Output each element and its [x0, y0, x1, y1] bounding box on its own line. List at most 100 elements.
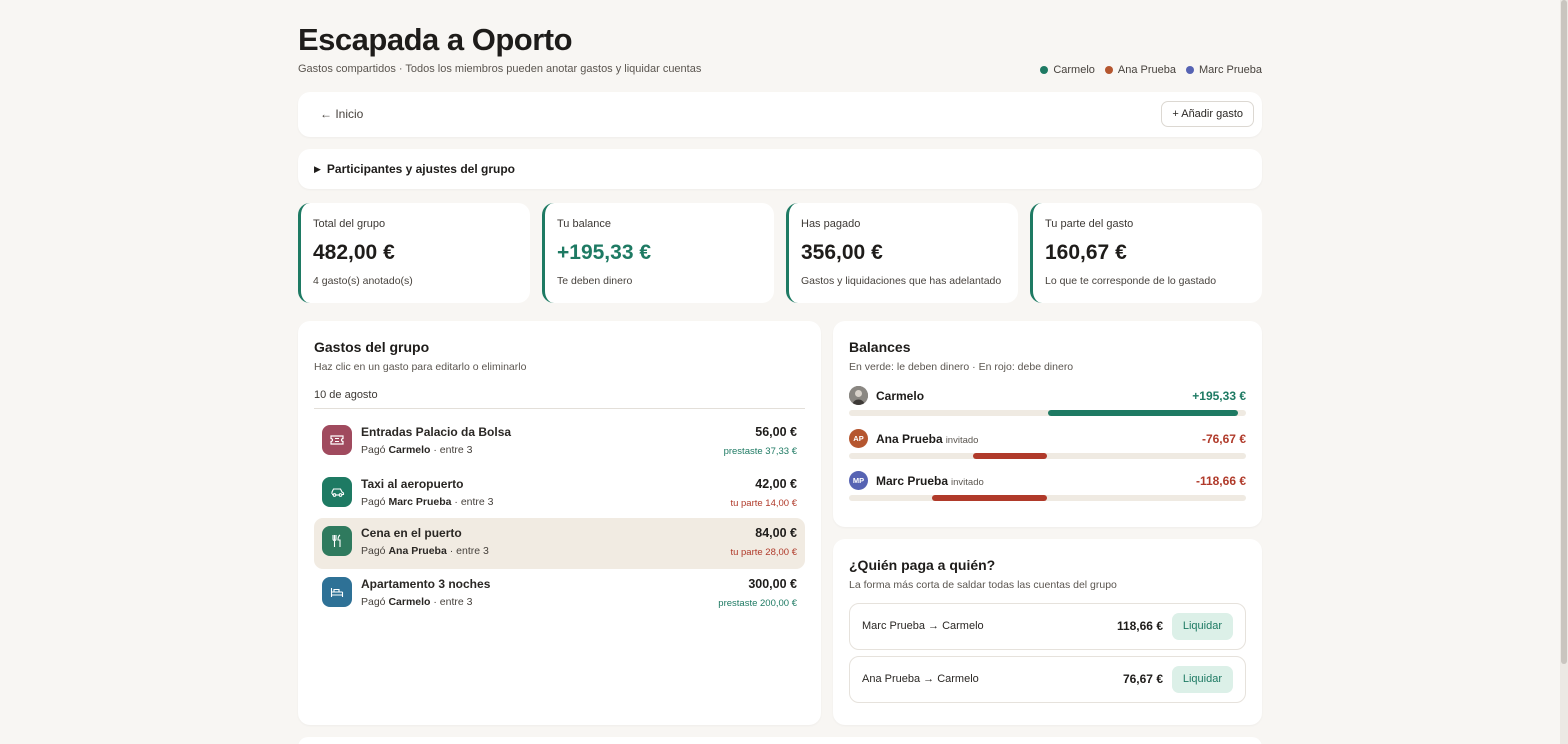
balance-bar [1047, 410, 1238, 416]
ticket-icon [322, 425, 352, 455]
balance-bar [972, 453, 1048, 459]
stat-value: +195,33 € [557, 241, 652, 264]
stat-value: 160,67 € [1045, 241, 1127, 264]
stat-note: Te deben dinero [557, 275, 633, 287]
expense-payer: Marc Prueba [388, 496, 452, 508]
expense-amount: 84,00 € [755, 526, 797, 540]
settlement-amount: 76,67 € [1122, 672, 1163, 686]
expense-name: Cena en el puerto [361, 526, 462, 540]
expense-amount: 42,00 € [755, 477, 797, 491]
stat-value: 356,00 € [801, 241, 883, 264]
page-container: Escapada a Oporto Gastos compartidos · T… [298, 0, 1262, 744]
expense-name: Taxi al aeropuerto [361, 477, 464, 491]
legend-item-marc: Marc Prueba [1186, 64, 1262, 76]
utensils-icon [322, 526, 352, 556]
expense-row[interactable]: Cena en el puerto Pagó Ana Prueba · entr… [314, 518, 805, 569]
member-legend: Carmelo Ana Prueba Marc Prueba [1040, 64, 1262, 76]
balance-bar [931, 495, 1048, 501]
legend-label: Ana Prueba [1117, 64, 1177, 76]
stats-row: Total del grupo 482,00 € 4 gasto(s) anot… [298, 203, 1262, 303]
balance-name: Marc Prueba invitado [876, 474, 984, 488]
stat-card-share: Tu parte del gasto 160,67 € Lo que te co… [1030, 203, 1262, 303]
stat-note: Gastos y liquidaciones que has adelantad… [801, 275, 1002, 287]
expense-date-heading: 10 de agosto [314, 389, 378, 401]
expense-payer: Carmelo [388, 596, 431, 608]
expenses-panel: Gastos del grupo Haz clic en un gasto pa… [298, 321, 821, 725]
stat-label: Total del grupo [313, 218, 386, 230]
bed-icon [322, 577, 352, 607]
balance-name: Carmelo [876, 389, 925, 403]
balance-bar-track [849, 495, 1246, 501]
expense-share: tu parte 28,00 € [730, 547, 797, 558]
stat-note: 4 gasto(s) anotado(s) [313, 275, 413, 287]
balance-amount: -76,67 € [1201, 432, 1246, 446]
back-home-link[interactable]: ← Inicio [320, 107, 363, 121]
stat-label: Has pagado [801, 218, 861, 230]
expenses-subtitle: Haz clic en un gasto para editarlo o eli… [314, 361, 527, 373]
page-subtitle: Gastos compartidos · Todos los miembros … [298, 63, 702, 75]
settle-title: ¿Quién paga a quién? [849, 557, 996, 573]
balance-row-carmelo: Carmelo +195,33 € [849, 386, 1246, 424]
expense-payer: Carmelo [388, 444, 431, 456]
next-section-card [298, 737, 1262, 744]
settle-up-panel: ¿Quién paga a quién? La forma más corta … [833, 539, 1262, 725]
balance-row-ana: AP Ana Prueba invitado -76,67 € [849, 429, 1246, 467]
expense-meta: Pagó Carmelo · entre 3 [361, 596, 473, 608]
stat-card-paid: Has pagado 356,00 € Gastos y liquidacion… [786, 203, 1018, 303]
expenses-title: Gastos del grupo [314, 339, 430, 355]
member-color-dot [1186, 66, 1195, 74]
expense-name: Apartamento 3 noches [361, 577, 491, 591]
member-color-dot [1104, 66, 1113, 74]
group-settings-toggle[interactable]: ▶ Participantes y ajustes del grupo [314, 162, 515, 176]
balance-amount: +195,33 € [1192, 389, 1246, 403]
stat-card-total: Total del grupo 482,00 € 4 gasto(s) anot… [298, 203, 530, 303]
group-settings-label: Participantes y ajustes del grupo [326, 162, 515, 176]
stat-label: Tu balance [557, 218, 612, 230]
expense-row[interactable]: Entradas Palacio da Bolsa Pagó Carmelo ·… [314, 417, 805, 468]
balance-name: Ana Prueba invitado [876, 432, 979, 446]
balances-title: Balances [849, 339, 911, 355]
expense-row[interactable]: Taxi al aeropuerto Pagó Marc Prueba · en… [314, 469, 805, 520]
toolbar: ← Inicio + Añadir gasto [298, 92, 1262, 137]
balance-row-marc: MP Marc Prueba invitado -118,66 € [849, 471, 1246, 509]
balances-panel: Balances En verde: le deben dinero · En … [833, 321, 1262, 527]
balances-subtitle: En verde: le deben dinero · En rojo: deb… [849, 361, 1074, 373]
avatar: MP [849, 471, 868, 490]
car-icon [322, 477, 352, 507]
legend-item-carmelo: Carmelo [1040, 64, 1095, 76]
disclosure-triangle-icon: ▶ [314, 163, 321, 174]
legend-label: Marc Prueba [1199, 64, 1262, 76]
expense-meta: Pagó Ana Prueba · entre 3 [361, 545, 489, 557]
stat-label: Tu parte del gasto [1045, 218, 1134, 230]
expense-meta: Pagó Carmelo · entre 3 [361, 444, 473, 456]
balance-bar-track [849, 453, 1246, 459]
stat-note: Lo que te corresponde de lo gastado [1045, 275, 1217, 287]
settle-button[interactable]: Liquidar [1171, 613, 1233, 640]
page-title: Escapada a Oporto [298, 22, 573, 57]
add-expense-button[interactable]: + Añadir gasto [1161, 101, 1254, 127]
group-settings-panel: ▶ Participantes y ajustes del grupo [298, 149, 1262, 189]
balance-amount: -118,66 € [1195, 474, 1246, 488]
expense-payer: Ana Prueba [388, 545, 447, 557]
stat-value: 482,00 € [313, 241, 395, 264]
page-header: Escapada a Oporto Gastos compartidos · T… [298, 0, 1262, 92]
avatar [849, 386, 868, 405]
expense-share: tu parte 14,00 € [730, 498, 797, 509]
divider [314, 408, 805, 409]
legend-item-ana: Ana Prueba [1104, 64, 1177, 76]
expense-share: prestaste 37,33 € [723, 446, 797, 457]
page-scrollbar[interactable] [1560, 0, 1568, 744]
settlement-text: Marc Prueba → Carmelo [862, 620, 984, 632]
expense-row[interactable]: Apartamento 3 noches Pagó Carmelo · entr… [314, 569, 805, 620]
expense-amount: 56,00 € [755, 425, 797, 439]
expense-name: Entradas Palacio da Bolsa [361, 425, 512, 439]
member-color-dot [1040, 66, 1049, 74]
avatar: AP [849, 429, 868, 448]
settlement-amount: 118,66 € [1116, 619, 1163, 633]
guest-tag: invitado [945, 435, 979, 446]
settle-button[interactable]: Liquidar [1171, 666, 1233, 693]
expense-share: prestaste 200,00 € [718, 598, 797, 609]
settle-subtitle: La forma más corta de saldar todas las c… [849, 579, 1117, 591]
scrollbar-thumb[interactable] [1561, 0, 1567, 664]
legend-label: Carmelo [1053, 64, 1095, 76]
